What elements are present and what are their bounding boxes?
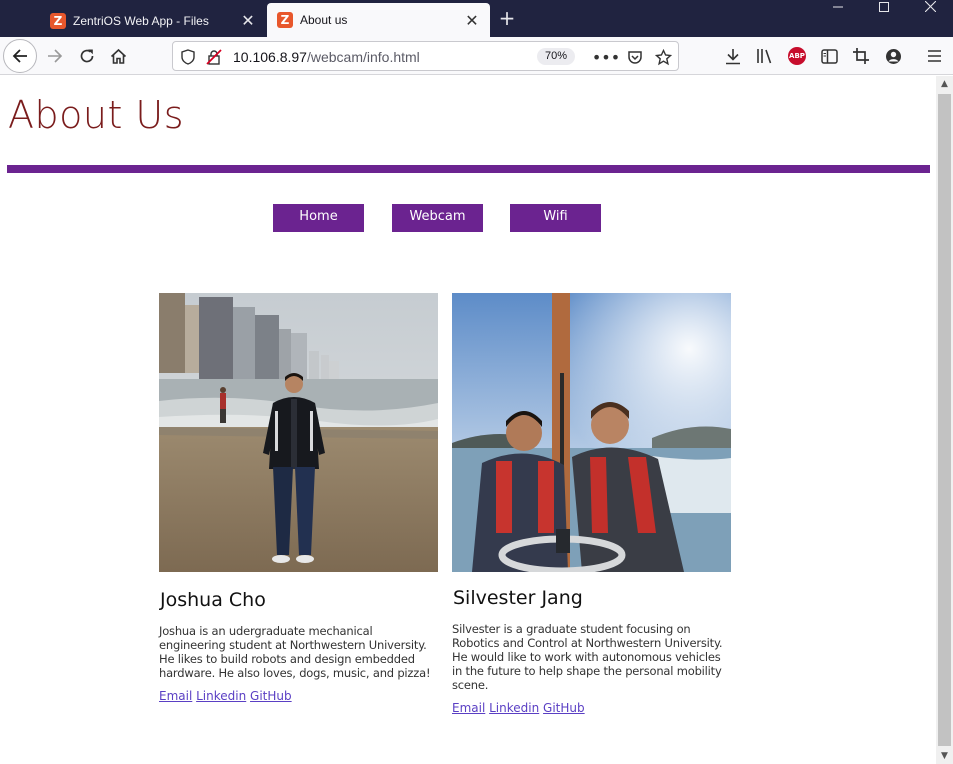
close-window-button[interactable] <box>907 0 953 34</box>
tab-title: About us <box>300 13 348 27</box>
close-tab-icon[interactable]: ✕ <box>236 11 260 30</box>
sidebar-icon[interactable] <box>819 46 839 66</box>
maximize-window-button[interactable] <box>861 0 907 34</box>
github-link[interactable]: GitHub <box>543 701 585 715</box>
shield-icon[interactable] <box>179 48 197 66</box>
nav-wifi-button[interactable]: Wifi <box>510 204 601 232</box>
title-divider <box>7 165 930 173</box>
pocket-icon[interactable] <box>626 48 644 66</box>
profile-photo-joshua <box>159 293 438 572</box>
scroll-down-arrow-icon[interactable]: ▼ <box>936 748 953 764</box>
email-link[interactable]: Email <box>159 689 192 703</box>
reload-icon <box>80 49 94 63</box>
profile-photo-silvester <box>452 293 731 572</box>
profile-card-silvester: Silvester Jang Silvester is a graduate s… <box>452 293 731 715</box>
nav-webcam-button[interactable]: Webcam <box>392 204 483 232</box>
library-icon[interactable] <box>755 46 775 66</box>
arrow-left-icon <box>12 49 27 63</box>
download-icon[interactable] <box>723 46 743 66</box>
crop-icon[interactable] <box>851 46 871 66</box>
profile-card-joshua: Joshua Cho Joshua is an udergraduate mec… <box>159 293 438 703</box>
person-name: Joshua Cho <box>160 589 266 611</box>
github-link[interactable]: GitHub <box>250 689 292 703</box>
scroll-thumb[interactable] <box>938 94 951 746</box>
tab-about-us[interactable]: Z About us ✕ <box>267 3 490 37</box>
forward-button[interactable] <box>39 40 71 72</box>
close-tab-icon[interactable]: ✕ <box>460 11 484 30</box>
minimize-window-button[interactable] <box>815 0 861 34</box>
back-button[interactable] <box>3 39 37 73</box>
person-bio: Joshua is an udergraduate mechanical eng… <box>159 624 431 680</box>
insecure-lock-icon[interactable] <box>205 48 223 66</box>
person-name: Silvester Jang <box>453 587 583 609</box>
email-link[interactable]: Email <box>452 701 485 715</box>
tab-zentrios-files[interactable]: Z ZentriOS Web App - Files ✕ <box>40 4 266 37</box>
zentri-favicon-icon: Z <box>277 12 293 28</box>
browser-nav-bar: 10.106.8.97/webcam/info.html 70% ••• ABP <box>0 37 953 75</box>
tab-title: ZentriOS Web App - Files <box>73 13 209 28</box>
new-tab-button[interactable]: + <box>494 6 520 32</box>
linkedin-link[interactable]: Linkedin <box>489 701 539 715</box>
arrow-right-icon <box>48 49 63 63</box>
browser-title-bar: Z ZentriOS Web App - Files ✕ Z About us … <box>0 0 953 37</box>
url-text: 10.106.8.97/webcam/info.html <box>233 49 420 65</box>
menu-icon[interactable] <box>924 46 944 66</box>
person-bio: Silvester is a graduate student focusing… <box>452 622 723 692</box>
home-icon <box>110 48 126 64</box>
zoom-level-badge[interactable]: 70% <box>537 48 575 65</box>
person-links: Email Linkedin GitHub <box>159 689 438 703</box>
home-button[interactable] <box>102 40 134 72</box>
page-content: About Us Home Webcam Wifi Joshua Cho Jos… <box>0 76 936 764</box>
page-actions-icon[interactable]: ••• <box>592 48 620 67</box>
adblock-icon[interactable]: ABP <box>788 47 806 65</box>
url-bar[interactable]: 10.106.8.97/webcam/info.html 70% ••• <box>172 41 679 71</box>
page-scrollbar[interactable]: ▲ ▼ <box>936 76 953 764</box>
scroll-up-arrow-icon[interactable]: ▲ <box>936 76 953 92</box>
zentri-favicon-icon: Z <box>50 12 66 29</box>
person-links: Email Linkedin GitHub <box>452 701 731 715</box>
url-host: 10.106.8.97 <box>233 49 307 65</box>
reload-button[interactable] <box>71 40 103 72</box>
bookmark-star-icon[interactable] <box>654 48 672 66</box>
url-path: /webcam/info.html <box>306 49 420 65</box>
linkedin-link[interactable]: Linkedin <box>196 689 246 703</box>
page-title: About Us <box>8 93 185 137</box>
account-icon[interactable] <box>883 46 903 66</box>
nav-home-button[interactable]: Home <box>273 204 364 232</box>
